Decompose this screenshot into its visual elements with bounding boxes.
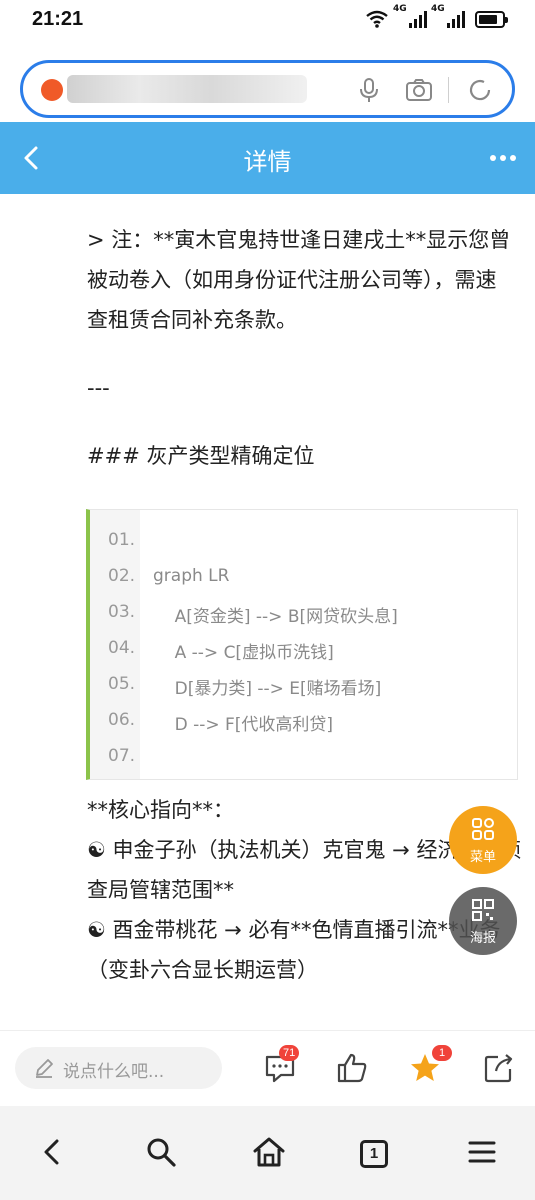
wifi-icon	[366, 10, 388, 28]
code-line: 05. D[暴力类] --> E[赌场看场]	[90, 666, 518, 702]
home-icon[interactable]	[251, 1134, 287, 1170]
comment-input[interactable]: 说点什么吧...	[15, 1047, 222, 1089]
code-text: D[暴力类] --> E[赌场看场]	[153, 679, 382, 699]
code-line: 01.	[90, 522, 518, 558]
section-heading: ### 灰产类型精确定位	[87, 444, 315, 468]
code-line: 04. A --> C[虚拟币洗钱]	[90, 630, 518, 666]
menu-label: 菜单	[469, 850, 496, 865]
line-number: 02.	[108, 566, 136, 586]
line-number: 07.	[108, 746, 136, 766]
network-type-2: 4G	[431, 4, 445, 14]
redacted-url-text	[67, 75, 307, 103]
code-line: 03. A[资金类] --> B[网贷砍头息]	[90, 594, 518, 630]
status-time: 21:21	[32, 8, 84, 30]
address-bar-divider	[448, 77, 449, 103]
more-options-icon[interactable]	[485, 144, 521, 172]
battery-icon	[475, 10, 508, 28]
code-line: 06. D --> F[代收高利贷]	[90, 702, 518, 738]
code-line: 07.	[90, 738, 518, 774]
search-icon[interactable]	[143, 1134, 179, 1170]
signal-icon-sim1: 4G	[393, 4, 427, 28]
page-header: 详情	[0, 122, 535, 194]
status-icons: 4G 4G	[365, 4, 508, 28]
address-bar[interactable]	[20, 60, 515, 118]
tabs-count-button[interactable]: 1	[360, 1140, 388, 1168]
code-line: 02. graph LR	[90, 558, 518, 594]
line-number: 01.	[108, 530, 136, 550]
line-number: 03.	[108, 602, 136, 622]
code-text: A --> C[虚拟币洗钱]	[153, 643, 334, 663]
code-text: graph LR	[153, 566, 230, 586]
hamburger-menu-icon[interactable]	[464, 1134, 500, 1170]
floating-menu-button[interactable]: 菜单	[449, 806, 517, 874]
status-bar: 21:21 4G 4G	[0, 0, 535, 42]
thumbs-up-icon[interactable]	[335, 1051, 369, 1085]
comment-count-badge: 71	[279, 1045, 300, 1061]
browser-nav-bar: 1	[0, 1106, 535, 1200]
comment-bar: 说点什么吧... 71 1	[0, 1030, 535, 1106]
note-paragraph: > 注：**寅木官鬼持世逢日建戌土**显示您曾被动卷入（如用身份证代注册公司等）…	[87, 228, 511, 332]
page-title: 详情	[243, 148, 292, 176]
comment-placeholder: 说点什么吧...	[63, 1062, 165, 1082]
poster-label: 海报	[469, 931, 496, 946]
network-type-1: 4G	[393, 4, 407, 14]
qr-code-icon	[472, 899, 494, 921]
code-text: A[资金类] --> B[网贷砍头息]	[153, 607, 398, 627]
microphone-icon[interactable]	[356, 77, 382, 103]
article-body: > 注：**寅木官鬼持世逢日建戌土**显示您曾被动卷入（如用身份证代注册公司等）…	[87, 220, 527, 476]
site-logo-icon	[41, 79, 63, 101]
pencil-icon	[36, 1059, 53, 1078]
line-number: 05.	[108, 674, 136, 694]
line-number: 04.	[108, 638, 136, 658]
camera-icon[interactable]	[405, 77, 433, 103]
favorite-count-badge: 1	[432, 1045, 452, 1061]
line-number: 06.	[108, 710, 136, 730]
nav-back-icon[interactable]	[34, 1134, 70, 1170]
grid-menu-icon	[472, 818, 494, 840]
code-block: 01. 02. graph LR 03. A[资金类] --> B[网贷砍头息]…	[86, 509, 518, 780]
code-text: D --> F[代收高利贷]	[153, 715, 334, 735]
reload-icon[interactable]	[467, 77, 493, 103]
share-icon[interactable]	[482, 1051, 516, 1085]
signal-icon-sim2: 4G	[431, 4, 465, 28]
horizontal-rule-text: ---	[87, 376, 110, 400]
floating-poster-button[interactable]: 海报	[449, 887, 517, 955]
